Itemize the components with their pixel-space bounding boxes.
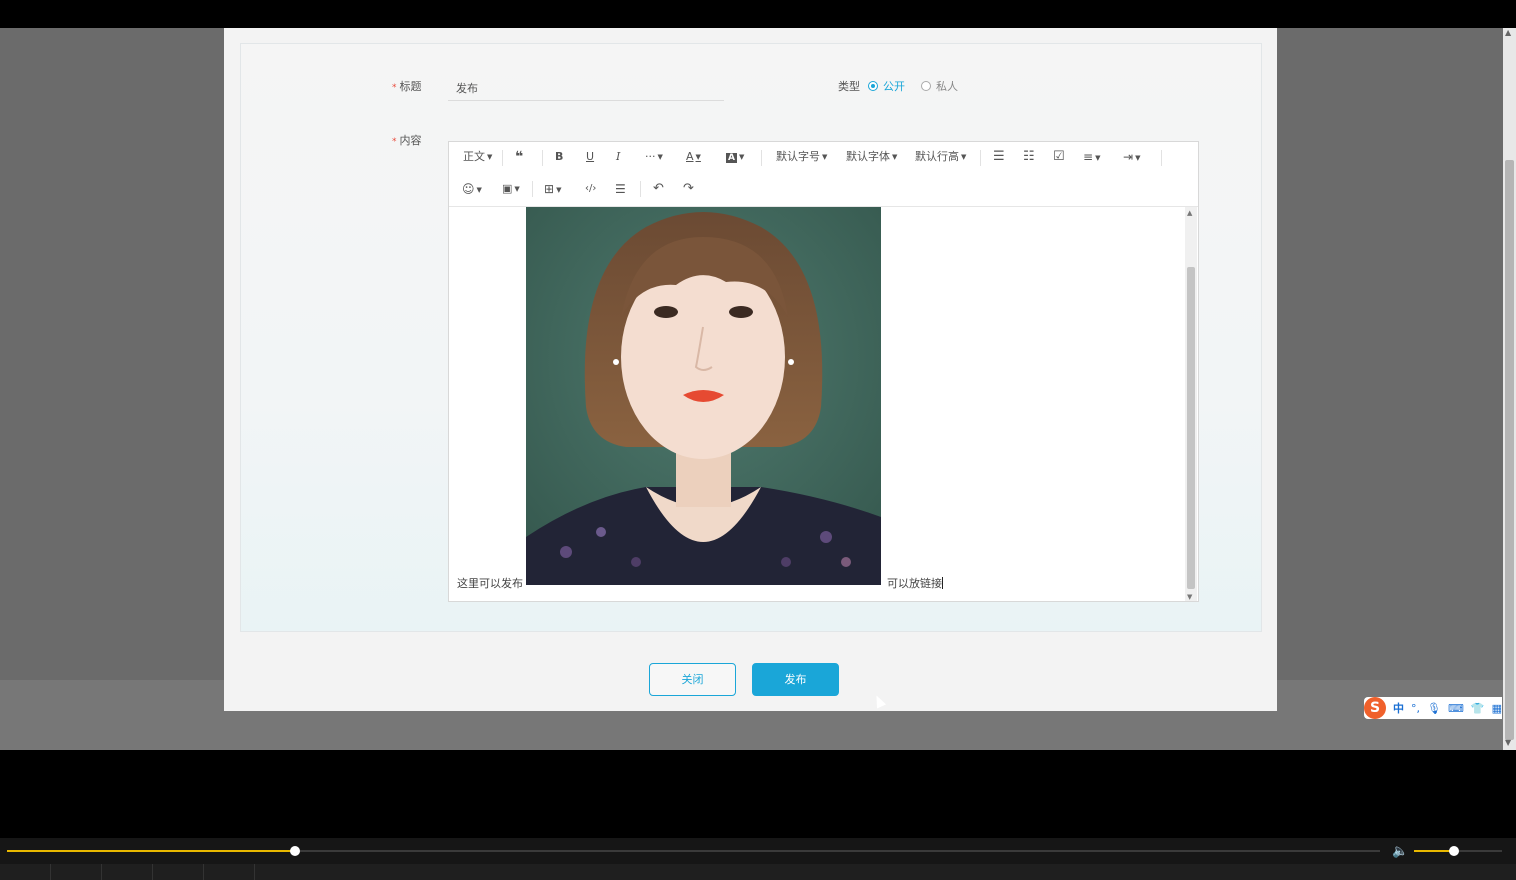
italic-icon[interactable]: I	[616, 147, 620, 167]
radio-unchecked-icon[interactable]	[921, 81, 931, 91]
title-input[interactable]: 发布	[448, 72, 724, 101]
type-private-label[interactable]: 私人	[936, 78, 958, 94]
font-color-icon[interactable]: A ▼	[686, 147, 701, 167]
rich-text-editor: 正文 ▼ ❝ B U I ··· ▼ A ▼ A ▼ 默认字号 ▼ 默认字体 ▼ 默认行高 ▼…	[448, 141, 1199, 602]
type-public-radio[interactable]: 公开	[868, 78, 905, 94]
seek-bar-progress	[7, 850, 296, 852]
editor-scrollbar[interactable]: ▲ ▼	[1185, 207, 1197, 601]
font-family-label[interactable]: 默认字体	[846, 150, 890, 163]
title-input-value[interactable]: 发布	[456, 80, 478, 96]
font-family-dropdown[interactable]: 默认字体 ▼	[846, 147, 897, 167]
content-text-after-wrap[interactable]: 可以放链接	[887, 575, 943, 591]
chevron-down-icon: ▼	[892, 153, 898, 161]
toolbar-divider	[542, 150, 543, 166]
toolbar-divider	[640, 181, 641, 197]
image-icon[interactable]: ▣ ▼	[502, 179, 520, 199]
control-divider	[101, 864, 102, 880]
background-color-icon[interactable]: A ▼	[726, 147, 744, 167]
toolbar-divider	[761, 150, 762, 166]
skin-icon[interactable]: 👕	[1471, 702, 1485, 715]
scroll-up-arrow-icon[interactable]: ▲	[1505, 28, 1511, 38]
volume-icon[interactable]: 🔈	[1392, 844, 1408, 859]
redo-icon[interactable]: ↷	[683, 179, 694, 199]
ime-toolbar[interactable]: S 中 °, 🎙 ⌨ 👕 ▦	[1364, 697, 1502, 719]
paragraph-dropdown[interactable]: 正文 ▼	[463, 147, 492, 167]
numbered-list-icon[interactable]: ☷	[1023, 147, 1035, 167]
volume-knob[interactable]	[1448, 846, 1459, 856]
paragraph-label[interactable]: 正文	[463, 150, 485, 163]
control-divider	[254, 864, 255, 880]
underline-icon[interactable]: U	[586, 147, 594, 167]
chevron-down-icon: ▼	[487, 153, 493, 161]
scroll-up-arrow-icon[interactable]: ▲	[1187, 209, 1192, 217]
editor-scrollbar-thumb[interactable]	[1187, 267, 1195, 589]
player-control-strip	[0, 864, 1516, 880]
required-mark: *	[392, 137, 397, 147]
page-scrollbar-thumb[interactable]	[1505, 160, 1514, 740]
inserted-portrait-image[interactable]	[526, 207, 881, 585]
line-height-dropdown[interactable]: 默认行高 ▼	[915, 147, 966, 167]
emoji-icon[interactable]: ☺ ▼	[462, 179, 482, 199]
divider-icon[interactable]: ☰	[615, 179, 626, 199]
microphone-icon[interactable]: 🎙	[1427, 702, 1441, 715]
chevron-down-icon: ▼	[961, 153, 967, 161]
seek-knob[interactable]	[290, 846, 301, 856]
more-icon[interactable]: ··· ▼	[645, 147, 663, 167]
type-radio-group: 类型 公开 私人	[838, 78, 958, 94]
punctuation-icon[interactable]: °,	[1411, 702, 1420, 715]
toolbar-divider	[502, 150, 503, 166]
publish-button[interactable]: 发布	[752, 663, 839, 696]
undo-icon[interactable]: ↶	[653, 179, 664, 199]
content-text-after[interactable]: 可以放链接	[887, 577, 942, 590]
indent-icon[interactable]: ⇥ ▼	[1123, 147, 1140, 167]
volume-level	[1414, 850, 1454, 852]
chevron-down-icon: ▼	[822, 153, 828, 161]
align-icon[interactable]: ≡ ▼	[1083, 147, 1100, 167]
content-text-before[interactable]: 这里可以发布	[457, 575, 523, 591]
control-divider	[152, 864, 153, 880]
type-private-radio[interactable]: 私人	[921, 78, 958, 94]
content-label: 内容	[399, 134, 422, 147]
apps-grid-icon[interactable]: ▦	[1492, 702, 1502, 715]
form-panel: * 标题 发布 类型 公开 私人 * 内容 正文 ▼ ❝ B U I ··· ▼…	[240, 43, 1262, 632]
type-public-label[interactable]: 公开	[883, 78, 905, 94]
page-scrollbar[interactable]: ▲ ▼	[1503, 28, 1516, 750]
title-label-row: * 标题	[392, 78, 422, 94]
text-caret	[942, 577, 943, 589]
ime-mode-toggle[interactable]: 中	[1393, 700, 1404, 716]
top-black-bar	[0, 0, 1516, 28]
scroll-down-arrow-icon[interactable]: ▼	[1505, 738, 1511, 748]
code-icon[interactable]: ‹/›	[585, 179, 596, 199]
close-button[interactable]: 关闭	[649, 663, 736, 696]
quote-icon[interactable]: ❝	[515, 147, 523, 167]
sogou-logo-icon[interactable]: S	[1364, 697, 1386, 719]
toolbar-divider	[1161, 150, 1162, 166]
seek-bar[interactable]	[7, 846, 1380, 856]
type-label: 类型	[838, 80, 860, 93]
scroll-down-arrow-icon[interactable]: ▼	[1187, 593, 1192, 601]
font-size-dropdown[interactable]: 默认字号 ▼	[776, 147, 827, 167]
control-divider	[50, 864, 51, 880]
table-icon[interactable]: ⊞ ▼	[544, 179, 561, 199]
title-label: 标题	[399, 80, 422, 93]
todo-icon[interactable]: ☑	[1053, 147, 1065, 167]
portrait-image-graphic	[526, 207, 881, 585]
control-divider	[203, 864, 204, 880]
video-player-bar: 🔈	[0, 838, 1516, 880]
font-size-label[interactable]: 默认字号	[776, 150, 820, 163]
editor-toolbar: 正文 ▼ ❝ B U I ··· ▼ A ▼ A ▼ 默认字号 ▼ 默认字体 ▼ 默认行高 ▼…	[449, 142, 1198, 207]
radio-checked-icon[interactable]	[868, 81, 878, 91]
bold-icon[interactable]: B	[555, 147, 563, 167]
toolbar-divider	[980, 150, 981, 166]
bullet-list-icon[interactable]: ☰	[993, 147, 1005, 167]
required-mark: *	[392, 83, 397, 93]
line-height-label[interactable]: 默认行高	[915, 150, 959, 163]
keyboard-icon[interactable]: ⌨	[1448, 702, 1464, 715]
volume-slider[interactable]	[1414, 846, 1502, 856]
toolbar-divider	[532, 181, 533, 197]
publish-modal: * 标题 发布 类型 公开 私人 * 内容 正文 ▼ ❝ B U I ··· ▼…	[224, 28, 1277, 711]
editor-content-area[interactable]: 这里可以发布 可以放链接	[449, 207, 1185, 601]
content-label-row: * 内容	[392, 132, 422, 148]
